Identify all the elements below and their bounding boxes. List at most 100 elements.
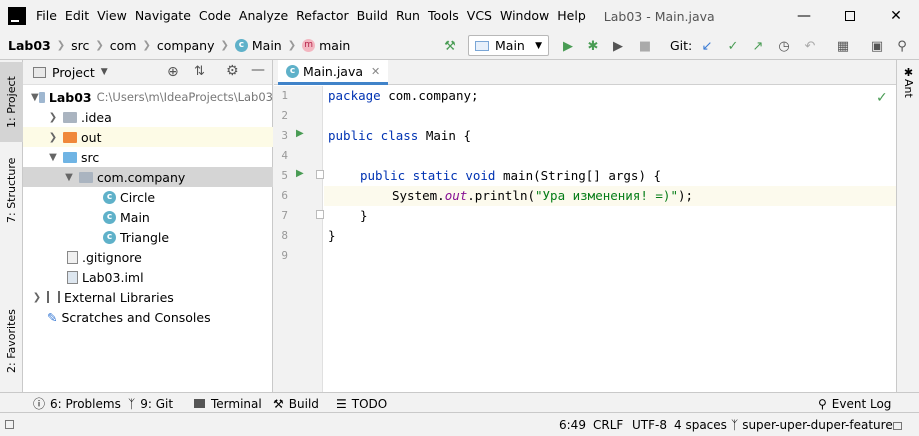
- chevron-right-icon[interactable]: ❯: [47, 132, 59, 143]
- menu-refactor[interactable]: Refactor: [292, 0, 352, 32]
- tool-git[interactable]: ᛉ 9: Git: [128, 393, 173, 414]
- inspection-ok-icon[interactable]: ✓: [876, 90, 888, 106]
- git-commit-icon[interactable]: ✓: [723, 36, 743, 56]
- tool-todo[interactable]: ☰ TODO: [336, 393, 387, 414]
- status-caret-position[interactable]: 6:49: [559, 413, 586, 436]
- menu-view[interactable]: View: [93, 0, 131, 32]
- breadcrumb-class[interactable]: Main: [252, 38, 282, 53]
- chevron-down-icon[interactable]: ▼: [101, 67, 108, 77]
- breadcrumb-src[interactable]: src: [71, 38, 89, 53]
- git-update-icon[interactable]: ↙: [697, 36, 717, 56]
- status-layout-icon[interactable]: [5, 413, 14, 436]
- menu-navigate[interactable]: Navigate: [131, 0, 195, 32]
- menu-build[interactable]: Build: [353, 0, 392, 32]
- tree-item-label: External Libraries: [64, 289, 174, 305]
- run-gutter-icon[interactable]: ▶: [296, 128, 304, 139]
- menu-code[interactable]: Code: [195, 0, 235, 32]
- search-everywhere-icon[interactable]: ⚲: [892, 36, 912, 56]
- breadcrumb-method[interactable]: main: [319, 38, 350, 53]
- menu-vcs[interactable]: VCS: [463, 0, 496, 32]
- chevron-down-icon[interactable]: ▼: [63, 172, 75, 183]
- git-rollback-icon[interactable]: ↶: [800, 36, 820, 56]
- code-line-6[interactable]: System.out.println("Ура изменения! =)");: [392, 186, 693, 206]
- run-icon[interactable]: ▶: [558, 36, 578, 56]
- chevron-right-icon[interactable]: ❯: [47, 112, 59, 123]
- tree-item-idea[interactable]: ❯ .idea: [23, 107, 273, 127]
- build-hammer-icon[interactable]: ⚒: [440, 36, 460, 56]
- maximize-icon[interactable]: [827, 0, 873, 32]
- run-config-select[interactable]: Main ▼: [468, 35, 549, 56]
- tab-main-java-label: Main.java: [303, 63, 364, 79]
- code-line-5[interactable]: public static void main(String[] args) {: [360, 166, 661, 186]
- git-push-icon[interactable]: ↗: [748, 36, 768, 56]
- chevron-down-icon[interactable]: ▼: [31, 92, 39, 103]
- stop-icon[interactable]: ■: [635, 36, 655, 56]
- menu-edit[interactable]: Edit: [61, 0, 93, 32]
- tree-item-triangle[interactable]: c Triangle: [23, 227, 273, 247]
- breadcrumb-company[interactable]: company: [157, 38, 215, 53]
- coverage-icon[interactable]: ▶: [608, 36, 628, 56]
- tab-favorites[interactable]: 2: Favorites: [0, 300, 23, 382]
- code-line-3[interactable]: public class Main {: [328, 126, 471, 146]
- collapse-all-icon[interactable]: ⇅: [194, 64, 205, 79]
- lock-icon[interactable]: [893, 413, 902, 436]
- fold-icon[interactable]: [316, 170, 324, 179]
- project-panel: Project ▼ ⊕ ⇅ ⚙ — ▼ Lab03 C:\Users\m\Ide…: [23, 60, 273, 392]
- status-indent[interactable]: 4 spaces: [674, 413, 727, 436]
- breadcrumb-com[interactable]: com: [110, 38, 137, 53]
- code-line-7[interactable]: }: [360, 206, 368, 226]
- git-history-icon[interactable]: ◷: [774, 36, 794, 56]
- tree-item-src[interactable]: ▼ src: [23, 147, 273, 167]
- hide-icon[interactable]: —: [251, 62, 265, 78]
- status-git-branch[interactable]: ᛉ super-uper-duper-feature: [731, 413, 893, 436]
- tree-item-lab03-iml[interactable]: Lab03.iml: [23, 267, 273, 287]
- close-tab-icon[interactable]: ✕: [371, 65, 380, 78]
- tree-item-circle[interactable]: c Circle: [23, 187, 273, 207]
- gear-icon[interactable]: ⚙: [226, 63, 239, 79]
- status-bar: 6:49 CRLF UTF-8 4 spaces ᛉ super-uper-dup…: [0, 412, 919, 435]
- tree-item-lab03[interactable]: ▼ Lab03 C:\Users\m\IdeaProjects\Lab03: [23, 87, 273, 107]
- run-gutter-icon[interactable]: ▶: [296, 168, 304, 179]
- tree-item-external-libraries[interactable]: ❯ External Libraries: [23, 287, 273, 307]
- locate-icon[interactable]: ⊕: [167, 64, 179, 80]
- debug-icon[interactable]: ✱: [583, 36, 603, 56]
- tab-structure[interactable]: 7: Structure: [0, 150, 23, 230]
- chevron-right-icon[interactable]: ❯: [31, 292, 43, 303]
- presentation-icon[interactable]: ▣: [867, 36, 887, 56]
- menu-run[interactable]: Run: [392, 0, 424, 32]
- code-line-8[interactable]: }: [328, 226, 336, 246]
- close-icon[interactable]: ✕: [873, 0, 919, 32]
- tool-problems-label: 6: Problems: [50, 396, 121, 411]
- line-number: 1: [281, 89, 288, 102]
- status-encoding[interactable]: UTF-8: [632, 413, 667, 436]
- fold-icon[interactable]: [316, 210, 324, 219]
- class-icon: c: [103, 210, 116, 224]
- menu-tools[interactable]: Tools: [424, 0, 463, 32]
- tab-main-java[interactable]: c Main.java ✕: [278, 60, 389, 85]
- minimize-icon[interactable]: —: [781, 0, 827, 32]
- tree-item-com-company[interactable]: ▼ com.company: [23, 167, 273, 187]
- tab-project[interactable]: 1: Project: [0, 62, 23, 142]
- menu-file[interactable]: File: [32, 0, 61, 32]
- tab-ant[interactable]: ✱ Ant: [897, 66, 919, 106]
- chevron-down-icon[interactable]: ▼: [47, 152, 59, 163]
- menu-window[interactable]: Window: [496, 0, 553, 32]
- status-line-separator[interactable]: CRLF: [593, 413, 623, 436]
- tool-event-log[interactable]: ⚲ Event Log: [818, 393, 891, 414]
- code-line-1[interactable]: package com.company;: [328, 86, 479, 106]
- left-tool-strip: 1: Project 7: Structure 2: Favorites: [0, 60, 23, 392]
- tree-item-gitignore[interactable]: .gitignore: [23, 247, 273, 267]
- tool-terminal[interactable]: Terminal: [194, 393, 262, 414]
- app-logo[interactable]: [8, 7, 26, 25]
- breadcrumb-project[interactable]: Lab03: [8, 38, 51, 53]
- tree-item-out[interactable]: ❯ out: [23, 127, 273, 147]
- project-panel-title[interactable]: Project: [52, 65, 95, 80]
- menu-analyze[interactable]: Analyze: [235, 0, 292, 32]
- excluded-folder-icon: [63, 131, 77, 143]
- tool-problems[interactable]: ⓘ 6: Problems: [33, 393, 121, 414]
- tool-build[interactable]: ⚒ Build: [273, 393, 319, 414]
- menu-help[interactable]: Help: [553, 0, 590, 32]
- project-structure-icon[interactable]: ▦: [833, 36, 853, 56]
- tree-item-main[interactable]: c Main: [23, 207, 273, 227]
- tree-item-scratches[interactable]: ✎ Scratches and Consoles: [23, 307, 273, 327]
